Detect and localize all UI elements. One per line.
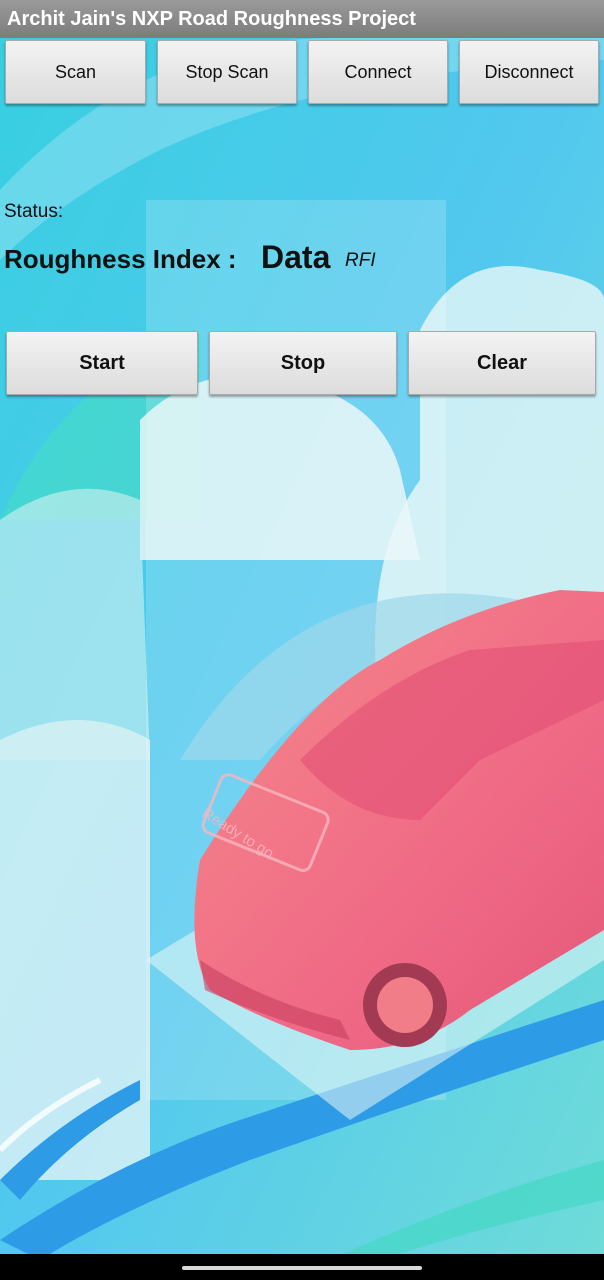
connect-button[interactable]: Connect <box>308 40 448 104</box>
start-button[interactable]: Start <box>6 331 198 395</box>
background-illustration <box>0 0 604 1280</box>
status-label: Status: <box>4 201 64 222</box>
app-title: Archit Jain's NXP Road Roughness Project <box>7 8 416 30</box>
title-bar: Archit Jain's NXP Road Roughness Project <box>0 0 604 38</box>
stop-scan-button[interactable]: Stop Scan <box>157 40 297 104</box>
scan-button[interactable]: Scan <box>5 40 146 104</box>
roughness-index-label: Roughness Index : <box>4 244 237 274</box>
roughness-index-value: Data <box>261 239 331 275</box>
system-nav-bar <box>0 1254 604 1280</box>
disconnect-button[interactable]: Disconnect <box>459 40 599 104</box>
clear-button[interactable]: Clear <box>408 331 596 395</box>
stop-button[interactable]: Stop <box>209 331 397 395</box>
roughness-index-unit: RFI <box>345 250 376 271</box>
home-gesture-handle[interactable] <box>182 1266 422 1270</box>
